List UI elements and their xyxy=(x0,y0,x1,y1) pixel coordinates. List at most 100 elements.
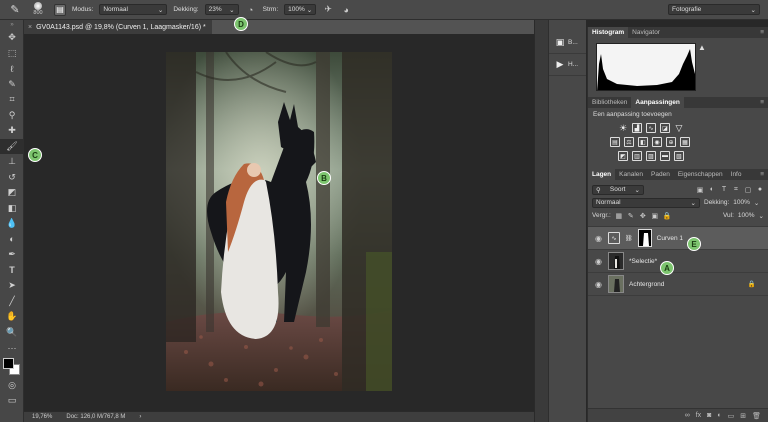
zoom-level[interactable]: 19,76% xyxy=(32,414,52,420)
chevron-down-icon[interactable]: ⌄ xyxy=(759,212,764,220)
layer-kind-filter[interactable]: ⚲ Soort ⌄ xyxy=(592,184,644,195)
quick-selection-tool-icon[interactable]: ✎ xyxy=(0,77,24,93)
layer-row-background[interactable]: ◉ Achtergrond 🔒 xyxy=(588,273,768,296)
color-balance-icon[interactable]: ⚖ xyxy=(624,137,634,147)
tab-layers[interactable]: Lagen xyxy=(588,169,616,180)
path-selection-tool-icon[interactable]: ➤ xyxy=(0,278,24,294)
filter-type-icon[interactable]: T xyxy=(720,186,728,194)
exposure-icon[interactable]: ◪ xyxy=(660,123,670,133)
new-adjustment-layer-icon[interactable]: ◐ xyxy=(717,412,721,419)
document-image[interactable] xyxy=(166,52,392,391)
panel-menu-icon[interactable]: ≡ xyxy=(756,27,768,38)
layer-name[interactable]: Curven 1 xyxy=(657,235,683,242)
trash-icon[interactable]: 🗑 xyxy=(752,412,761,420)
dock-item-brush-presets[interactable]: ▣ B... xyxy=(549,32,586,54)
foreground-color-swatch[interactable] xyxy=(3,357,14,369)
type-tool-icon[interactable]: T xyxy=(0,263,24,279)
quick-mask-icon[interactable]: ◎ xyxy=(0,378,24,394)
blur-tool-icon[interactable]: 💧 xyxy=(0,216,24,232)
flow-field[interactable]: 100% ⌄ xyxy=(284,4,317,15)
filter-adjustment-icon[interactable]: ◐ xyxy=(708,186,716,194)
new-group-icon[interactable]: ▭ xyxy=(728,412,735,420)
layer-style-icon[interactable]: fx xyxy=(696,412,701,419)
fill-value[interactable]: 100% xyxy=(738,212,755,219)
workspace-select[interactable]: Fotografie ⌄ xyxy=(668,4,760,15)
airbrush-icon[interactable]: ✈ xyxy=(322,4,334,16)
selective-color-icon[interactable]: ▧ xyxy=(674,151,684,161)
lock-transparent-icon[interactable]: ▦ xyxy=(615,212,623,220)
panel-menu-icon[interactable]: ≡ xyxy=(756,97,768,108)
eye-icon[interactable]: ◉ xyxy=(594,234,603,243)
collapse-toolbar-icon[interactable]: » xyxy=(0,20,24,30)
more-tools-icon[interactable]: ··· xyxy=(0,340,24,356)
lock-pixels-icon[interactable]: ✎ xyxy=(627,212,635,220)
vibrance-icon[interactable]: ▽ xyxy=(674,123,684,133)
chevron-down-icon[interactable]: ⌄ xyxy=(754,199,759,207)
chain-link-icon[interactable]: ⛓ xyxy=(625,235,633,242)
move-tool-icon[interactable]: ✥ xyxy=(0,30,24,46)
layer-name[interactable]: *Selectie* xyxy=(629,258,657,265)
filter-pixel-icon[interactable]: ▣ xyxy=(696,186,704,194)
cache-warning-icon[interactable]: ▲ xyxy=(698,43,706,52)
dodge-tool-icon[interactable]: ◐ xyxy=(0,232,24,248)
close-icon[interactable]: × xyxy=(28,24,32,31)
eye-icon[interactable]: ◉ xyxy=(594,280,603,289)
color-lookup-icon[interactable]: ▦ xyxy=(680,137,690,147)
lasso-tool-icon[interactable]: ℓ xyxy=(0,61,24,77)
brightness-icon[interactable]: ☀ xyxy=(618,123,628,133)
tab-info[interactable]: Info xyxy=(727,169,746,180)
lock-all-icon[interactable]: 🔒 xyxy=(662,212,671,220)
curves-icon[interactable]: ∿ xyxy=(646,123,656,133)
crop-tool-icon[interactable]: ⌗ xyxy=(0,92,24,108)
mode-select[interactable]: Normaal ⌄ xyxy=(99,4,168,15)
posterize-icon[interactable]: ▥ xyxy=(632,151,642,161)
dock-item-actions[interactable]: ▶ H... xyxy=(549,54,586,76)
healing-brush-tool-icon[interactable]: ✚ xyxy=(0,123,24,139)
hand-tool-icon[interactable]: ✋ xyxy=(0,309,24,325)
status-menu-arrow-icon[interactable]: › xyxy=(139,414,141,420)
layer-row-selectie[interactable]: ◉ *Selectie* xyxy=(588,250,768,273)
eraser-tool-icon[interactable]: ◩ xyxy=(0,185,24,201)
levels-icon[interactable]: ▟ xyxy=(632,123,642,133)
brush-panel-toggle-icon[interactable]: ▤ xyxy=(54,3,66,16)
tab-adjustments[interactable]: Aanpassingen xyxy=(631,97,684,108)
brush-tool-preset-icon[interactable]: ✎ xyxy=(8,3,22,17)
history-brush-tool-icon[interactable]: ↺ xyxy=(0,170,24,186)
gradient-map-icon[interactable]: ▬ xyxy=(660,151,670,161)
tab-navigator[interactable]: Navigator xyxy=(628,27,664,38)
tab-paths[interactable]: Paden xyxy=(647,169,674,180)
color-swatches[interactable] xyxy=(0,356,23,378)
filter-toggle-icon[interactable]: ● xyxy=(756,186,764,194)
eyedropper-tool-icon[interactable]: ⚲ xyxy=(0,108,24,124)
link-layers-icon[interactable]: ∞ xyxy=(685,412,690,419)
gradient-tool-icon[interactable]: ◧ xyxy=(0,201,24,217)
pressure-size-icon[interactable]: ◕ xyxy=(340,4,352,16)
tab-libraries[interactable]: Bibliotheken xyxy=(588,97,631,108)
photo-filter-icon[interactable]: ◉ xyxy=(652,137,662,147)
new-layer-icon[interactable]: ⊞ xyxy=(740,412,746,420)
black-white-icon[interactable]: ◧ xyxy=(638,137,648,147)
layer-row-curves[interactable]: ◉ ∿ ⛓ Curven 1 xyxy=(588,227,768,250)
filter-smart-object-icon[interactable]: ▢ xyxy=(744,186,752,194)
filter-shape-icon[interactable]: ⌗ xyxy=(732,186,740,194)
invert-icon[interactable]: ◩ xyxy=(618,151,628,161)
lock-position-icon[interactable]: ✥ xyxy=(639,212,647,220)
document-size-info[interactable]: Doc: 126,0 M/767,8 M xyxy=(66,414,125,420)
screen-mode-icon[interactable]: ▭ xyxy=(0,393,24,409)
tab-histogram[interactable]: Histogram xyxy=(588,27,629,38)
tab-properties[interactable]: Eigenschappen xyxy=(674,169,727,180)
opacity-field[interactable]: 23% ⌄ xyxy=(204,4,239,15)
marquee-tool-icon[interactable]: ⬚ xyxy=(0,46,24,62)
zoom-tool-icon[interactable]: 🔍 xyxy=(0,325,24,341)
blend-mode-select[interactable]: Normaal ⌄ xyxy=(592,197,700,208)
layer-opacity-value[interactable]: 100% xyxy=(733,199,750,206)
pressure-opacity-icon[interactable]: ◔ xyxy=(245,4,257,16)
brush-tool-icon[interactable]: 🖌 xyxy=(0,138,24,154)
panel-menu-icon[interactable]: ≡ xyxy=(756,169,768,180)
hue-saturation-icon[interactable]: ▤ xyxy=(610,137,620,147)
lock-artboard-icon[interactable]: ▣ xyxy=(651,212,659,220)
clone-stamp-tool-icon[interactable]: ⊥ xyxy=(0,154,24,170)
layer-mask-thumbnail[interactable] xyxy=(637,229,652,247)
document-tab[interactable]: × GV0A1143.psd @ 19,8% (Curven 1, Laagma… xyxy=(24,20,212,34)
channel-mixer-icon[interactable]: ⊕ xyxy=(666,137,676,147)
